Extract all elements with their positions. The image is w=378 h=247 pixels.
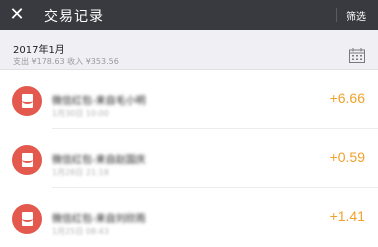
red-packet-icon <box>12 145 42 175</box>
transaction-title: 微信红包-来自毛小明 <box>52 96 146 107</box>
filter-button[interactable]: 筛选 <box>346 8 366 23</box>
header-divider <box>336 8 337 22</box>
month-label: 2017年1月 <box>13 45 65 56</box>
transaction-row[interactable]: 微信红包-来自毛小明 1月30日 10:00 +6.66 <box>0 70 378 129</box>
transaction-time: 1月28日 21:18 <box>52 168 109 177</box>
transaction-title: 微信红包-来自刘欣雨 <box>52 214 146 225</box>
transaction-time: 1月30日 10:00 <box>52 109 109 118</box>
transaction-amount: +0.59 <box>329 149 365 165</box>
transaction-list: 微信红包-来自毛小明 1月30日 10:00 +6.66 微信红包-来自赵国庆 … <box>0 70 378 247</box>
close-icon: ✕ <box>9 4 25 25</box>
transaction-time: 1月25日 08:43 <box>52 227 109 236</box>
month-summary: 支出 ¥178.63 收入 ¥353.56 <box>13 57 119 66</box>
transaction-amount: +6.66 <box>329 90 365 106</box>
transaction-amount: +1.41 <box>329 208 365 224</box>
red-packet-icon <box>12 204 42 234</box>
transaction-row[interactable]: 微信红包-来自赵国庆 1月28日 21:18 +0.59 <box>0 129 378 188</box>
top-bar: ✕ 交易记录 筛选 <box>0 0 378 30</box>
calendar-icon[interactable] <box>349 48 365 63</box>
transaction-row[interactable]: 微信红包-来自刘欣雨 1月25日 08:43 +1.41 <box>0 188 378 247</box>
red-packet-icon <box>12 86 42 116</box>
close-button[interactable]: ✕ <box>6 4 28 26</box>
transaction-title: 微信红包-来自赵国庆 <box>52 155 146 166</box>
month-header: 2017年1月 支出 ¥178.63 收入 ¥353.56 <box>0 30 378 70</box>
page-title: 交易记录 <box>44 9 104 25</box>
